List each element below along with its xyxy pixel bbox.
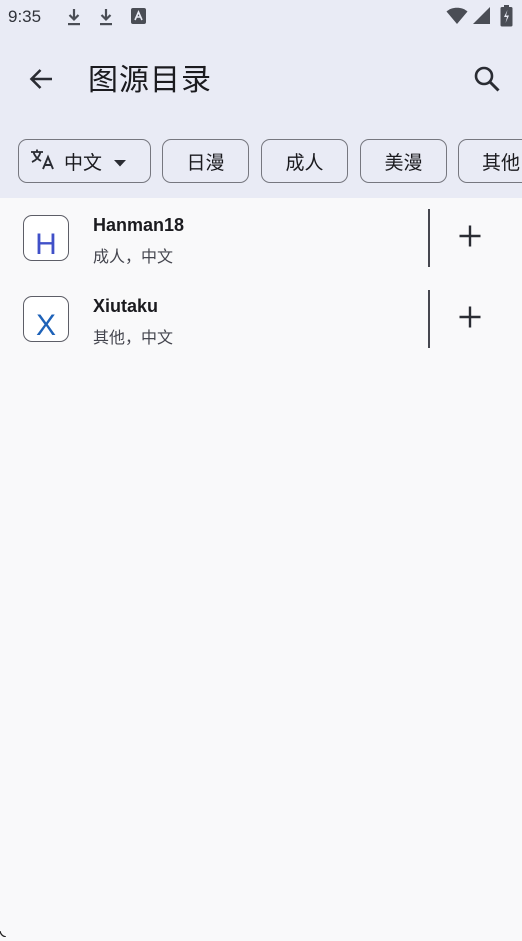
source-row-xiutaku[interactable]: X Xiutaku 其他，中文 xyxy=(0,279,522,361)
add-source-button[interactable] xyxy=(448,297,492,341)
row-divider xyxy=(428,209,430,267)
status-time: 9:35 xyxy=(8,7,42,26)
filter-chip-other[interactable]: 其他 xyxy=(458,139,522,183)
source-name: Hanman18 xyxy=(93,215,185,235)
language-filter-label: 中文 xyxy=(64,151,103,174)
source-logo: H xyxy=(23,215,69,261)
back-button[interactable] xyxy=(20,60,62,102)
text-app-icon xyxy=(131,8,146,24)
top-app-area: 9:35 图源目录 中文 日漫 成人 美漫 其他 xyxy=(0,0,522,198)
language-filter-chip[interactable]: 中文 xyxy=(18,139,151,183)
source-meta: 其他，中文 xyxy=(93,328,174,347)
search-icon xyxy=(473,65,501,97)
status-bar: 9:35 xyxy=(0,0,522,34)
battery-icon xyxy=(500,5,513,27)
download-icon xyxy=(66,8,82,26)
source-logo: X xyxy=(23,296,69,342)
wifi-icon xyxy=(446,7,468,25)
translate-icon xyxy=(30,148,56,175)
filter-chip-american-comics[interactable]: 美漫 xyxy=(360,139,447,183)
source-row-hanman18[interactable]: H Hanman18 成人，中文 xyxy=(0,198,522,280)
app-bar: 图源目录 xyxy=(0,40,522,124)
row-divider xyxy=(428,290,430,348)
add-source-button[interactable] xyxy=(448,216,492,260)
filter-chips: 中文 日漫 成人 美漫 其他 xyxy=(0,139,522,187)
arrow-back-icon xyxy=(27,65,55,97)
filter-chip-adult[interactable]: 成人 xyxy=(261,139,348,183)
download-icon xyxy=(98,8,114,26)
screen-corner xyxy=(0,922,7,938)
source-logo-letter: X xyxy=(35,309,56,342)
signal-icon xyxy=(473,7,490,25)
caret-down-icon xyxy=(114,150,127,172)
source-meta: 成人，中文 xyxy=(93,247,174,266)
filter-chip-japanese-manga[interactable]: 日漫 xyxy=(162,139,249,183)
plus-icon xyxy=(458,305,482,333)
search-button[interactable] xyxy=(466,60,508,102)
source-name: Xiutaku xyxy=(93,296,159,316)
source-logo-letter: H xyxy=(35,228,57,261)
page-title: 图源目录 xyxy=(88,63,212,98)
plus-icon xyxy=(458,224,482,252)
